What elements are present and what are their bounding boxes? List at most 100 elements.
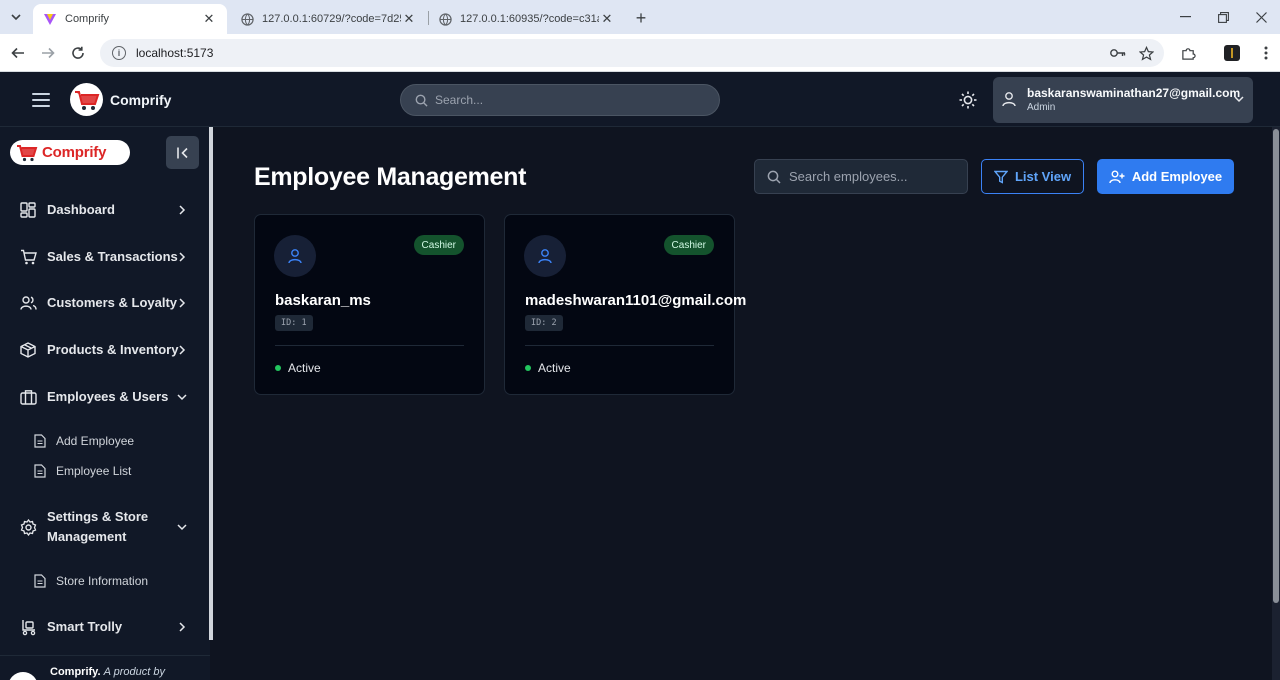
document-icon bbox=[34, 434, 46, 448]
sidebar-item-settings[interactable]: Settings & Store Management bbox=[0, 504, 210, 550]
url-field[interactable]: i localhost:5173 bbox=[100, 39, 1164, 67]
footer-brand: Comprify. bbox=[50, 666, 101, 678]
sidebar-item-label: Employees & Users bbox=[47, 389, 169, 404]
user-role: Admin bbox=[1027, 102, 1056, 113]
employee-id: ID: 1 bbox=[275, 315, 313, 331]
back-button[interactable] bbox=[6, 41, 30, 65]
employee-avatar bbox=[274, 235, 316, 277]
sidebar-item-label: Products & Inventory bbox=[47, 342, 179, 357]
sidebar-logo-text: Comprify bbox=[42, 144, 107, 161]
vite-favicon-icon bbox=[44, 14, 56, 25]
theme-toggle-sun-icon[interactable] bbox=[958, 90, 978, 110]
app-header: Comprify Search... baskaranswaminathan27… bbox=[0, 72, 1280, 127]
hamburger-menu-icon[interactable] bbox=[32, 93, 50, 107]
sidebar-footer: Comprify. A product by bbox=[0, 655, 210, 680]
role-badge: Cashier bbox=[663, 235, 714, 255]
site-info-icon[interactable]: i bbox=[112, 46, 126, 60]
minimize-window-button[interactable] bbox=[1166, 0, 1204, 34]
status-label: Active bbox=[288, 361, 321, 375]
sidebar-subitem-employee-list[interactable]: Employee List bbox=[0, 457, 210, 485]
chevron-right-icon bbox=[179, 252, 186, 262]
browser-menu-icon[interactable] bbox=[1256, 43, 1276, 63]
sidebar-item-employees[interactable]: Employees & Users bbox=[0, 377, 210, 417]
status-dot bbox=[525, 365, 531, 371]
url-text: localhost:5173 bbox=[136, 46, 214, 60]
chevron-down-icon bbox=[11, 14, 21, 21]
sidebar-item-label: Customers & Loyalty bbox=[47, 295, 178, 310]
user-menu-button[interactable]: baskaranswaminathan27@gmail.com Admin bbox=[993, 77, 1253, 123]
bookmark-star-icon[interactable] bbox=[1137, 44, 1155, 62]
restore-window-button[interactable] bbox=[1204, 0, 1242, 34]
globe-icon bbox=[439, 12, 452, 26]
tab-title: Comprify bbox=[65, 13, 110, 25]
employee-search-input[interactable] bbox=[789, 169, 959, 184]
close-window-button[interactable] bbox=[1242, 0, 1280, 34]
extensions-puzzle-icon[interactable] bbox=[1178, 43, 1198, 63]
sidebar-item-label: Settings & Store Management bbox=[47, 509, 149, 544]
page-scrollbar-thumb[interactable] bbox=[1273, 129, 1279, 603]
cart-logo-icon[interactable] bbox=[70, 83, 103, 116]
sidebar-item-dashboard[interactable]: Dashboard bbox=[0, 190, 210, 230]
tab-search-dropdown[interactable] bbox=[4, 6, 28, 28]
status-dot bbox=[275, 365, 281, 371]
chevron-down-icon bbox=[177, 394, 187, 401]
sidebar-subitem-add-employee[interactable]: Add Employee bbox=[0, 427, 210, 455]
trolley-icon bbox=[19, 618, 37, 636]
close-tab-icon[interactable]: ✕ bbox=[401, 11, 417, 27]
list-view-button[interactable]: List View bbox=[981, 159, 1084, 194]
new-tab-button[interactable]: + bbox=[630, 7, 652, 29]
sidebar-item-customers[interactable]: Customers & Loyalty bbox=[0, 283, 210, 323]
search-icon bbox=[415, 94, 428, 107]
employee-card[interactable]: Cashier madeshwaran1101@gmail.com ID: 2 … bbox=[504, 214, 746, 395]
browser-tab-comprify[interactable]: Comprify ✕ bbox=[33, 4, 227, 34]
users-icon bbox=[19, 294, 37, 312]
close-tab-icon[interactable]: ✕ bbox=[599, 11, 615, 27]
global-search-placeholder: Search... bbox=[435, 93, 484, 107]
chevron-right-icon bbox=[179, 345, 186, 355]
employee-name: baskaran_ms bbox=[275, 292, 371, 309]
card-divider bbox=[275, 345, 464, 346]
employee-card[interactable]: Cashier baskaran_ms ID: 1 Active bbox=[254, 214, 485, 395]
close-icon bbox=[1255, 11, 1267, 23]
global-search-input[interactable]: Search... bbox=[400, 84, 720, 116]
extension-icon[interactable] bbox=[1222, 43, 1242, 63]
collapse-sidebar-button[interactable] bbox=[166, 136, 199, 169]
sidebar-subitem-store-information[interactable]: Store Information bbox=[0, 567, 210, 595]
password-key-icon[interactable] bbox=[1109, 44, 1127, 62]
employee-search-field[interactable] bbox=[754, 159, 968, 194]
tab-title: 127.0.0.1:60935/?code=c31a3b bbox=[460, 13, 599, 25]
sidebar-logo[interactable]: Comprify bbox=[10, 140, 130, 165]
employee-avatar bbox=[524, 235, 566, 277]
gear-icon bbox=[19, 518, 37, 536]
role-badge: Cashier bbox=[413, 235, 464, 255]
page-title: Employee Management bbox=[254, 163, 527, 191]
sidebar-subitem-label: Add Employee bbox=[56, 434, 135, 448]
card-divider bbox=[525, 345, 714, 346]
close-tab-icon[interactable]: ✕ bbox=[201, 11, 217, 27]
forward-button[interactable] bbox=[36, 41, 60, 65]
add-employee-button[interactable]: Add Employee bbox=[1097, 159, 1234, 194]
user-icon bbox=[288, 249, 302, 264]
user-email: baskaranswaminathan27@gmail.com bbox=[1027, 86, 1241, 100]
minimize-icon bbox=[1179, 16, 1191, 18]
employee-status: Active bbox=[275, 361, 321, 375]
browser-tab-localhost-2[interactable]: 127.0.0.1:60935/?code=c31a3b ✕ bbox=[429, 4, 625, 34]
browser-address-bar: i localhost:5173 bbox=[0, 34, 1280, 72]
chevron-right-icon bbox=[179, 622, 186, 632]
browser-tab-localhost-1[interactable]: 127.0.0.1:60729/?code=7d2514 ✕ bbox=[231, 4, 427, 34]
add-employee-label: Add Employee bbox=[1131, 169, 1223, 184]
reload-button[interactable] bbox=[66, 41, 90, 65]
chevron-down-icon bbox=[1234, 96, 1244, 103]
sidebar-item-products[interactable]: Products & Inventory bbox=[0, 330, 210, 370]
sidebar-item-sales[interactable]: Sales & Transactions bbox=[0, 237, 210, 277]
list-view-label: List View bbox=[1014, 169, 1072, 184]
sidebar-subitem-label: Employee List bbox=[56, 464, 132, 478]
footer-tagline: A product by bbox=[103, 666, 165, 678]
footer-logo bbox=[8, 672, 38, 680]
package-icon bbox=[19, 341, 37, 359]
status-label: Active bbox=[538, 361, 571, 375]
page-scrollbar[interactable] bbox=[1272, 127, 1280, 680]
sidebar-item-smart-trolly[interactable]: Smart Trolly bbox=[0, 607, 210, 647]
app-brand-name: Comprify bbox=[110, 92, 172, 108]
chevron-down-icon bbox=[177, 524, 187, 531]
